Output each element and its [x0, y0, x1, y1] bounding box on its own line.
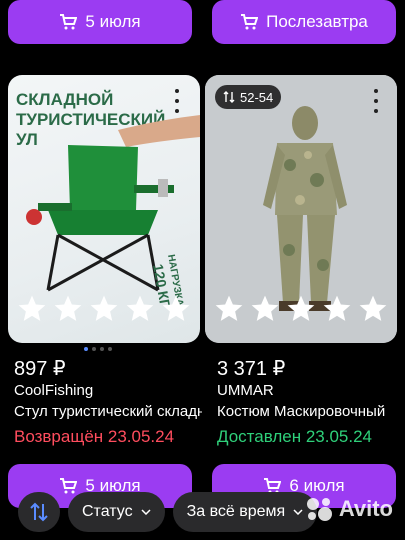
chevron-down-icon [293, 509, 303, 515]
size-badge: 52-54 [215, 85, 282, 109]
product-title[interactable]: Стул туристический складной [14, 403, 202, 420]
chevron-down-icon [141, 509, 151, 515]
star-icon[interactable] [357, 293, 389, 325]
product-card-chair[interactable]: СКЛАДНОЙ ТУРИСТИЧЕСКИЙ УЛ НАГРУЗКА 120 К… [8, 75, 200, 343]
watermark-text: Avito [338, 496, 393, 521]
star-icon[interactable] [285, 293, 317, 325]
delivery-date-label: Послезавтра [266, 12, 368, 31]
star-icon[interactable] [16, 293, 48, 325]
product-brand[interactable]: UMMAR [217, 382, 274, 399]
product-price: 897 ₽ [14, 358, 66, 380]
image-carousel-dots [84, 347, 112, 351]
size-badge-label: 52-54 [240, 89, 274, 105]
star-icon[interactable] [213, 293, 245, 325]
cart-icon [241, 14, 259, 30]
product-price: 3 371 ₽ [217, 358, 286, 380]
period-filter[interactable]: За всё время [172, 492, 318, 532]
rating-stars[interactable] [8, 293, 200, 327]
star-icon[interactable] [124, 293, 156, 325]
avito-watermark: Avito [305, 496, 393, 522]
image-caption-bot: УЛ [16, 130, 38, 149]
star-icon[interactable] [321, 293, 353, 325]
more-options-icon[interactable] [369, 89, 383, 113]
sort-button[interactable] [18, 492, 60, 532]
delivery-date-button-1[interactable]: 5 июля [8, 0, 192, 44]
period-filter-label: За всё время [186, 503, 286, 520]
product-title[interactable]: Костюм Маскировочный [217, 403, 405, 420]
delivery-date-label: 5 июля [85, 12, 141, 31]
delivery-date-button-2[interactable]: Послезавтра [212, 0, 396, 44]
avito-logo-icon [306, 498, 332, 521]
star-icon[interactable] [249, 293, 281, 325]
more-options-icon[interactable] [170, 89, 184, 113]
size-arrows-icon [223, 91, 235, 103]
star-icon[interactable] [160, 293, 192, 325]
product-card-suit[interactable]: 52-54 [205, 75, 397, 343]
product-brand[interactable]: CoolFishing [14, 382, 93, 399]
star-icon[interactable] [88, 293, 120, 325]
order-status: Возвращён 23.05.24 [14, 427, 175, 446]
image-caption-top: СКЛАДНОЙ [16, 90, 113, 109]
status-filter[interactable]: Статус [68, 492, 165, 532]
rating-stars[interactable] [205, 293, 397, 327]
sort-arrows-icon [30, 502, 48, 522]
cart-icon [60, 14, 78, 30]
order-status: Доставлен 23.05.24 [217, 427, 373, 446]
star-icon[interactable] [52, 293, 84, 325]
status-filter-label: Статус [82, 503, 133, 520]
